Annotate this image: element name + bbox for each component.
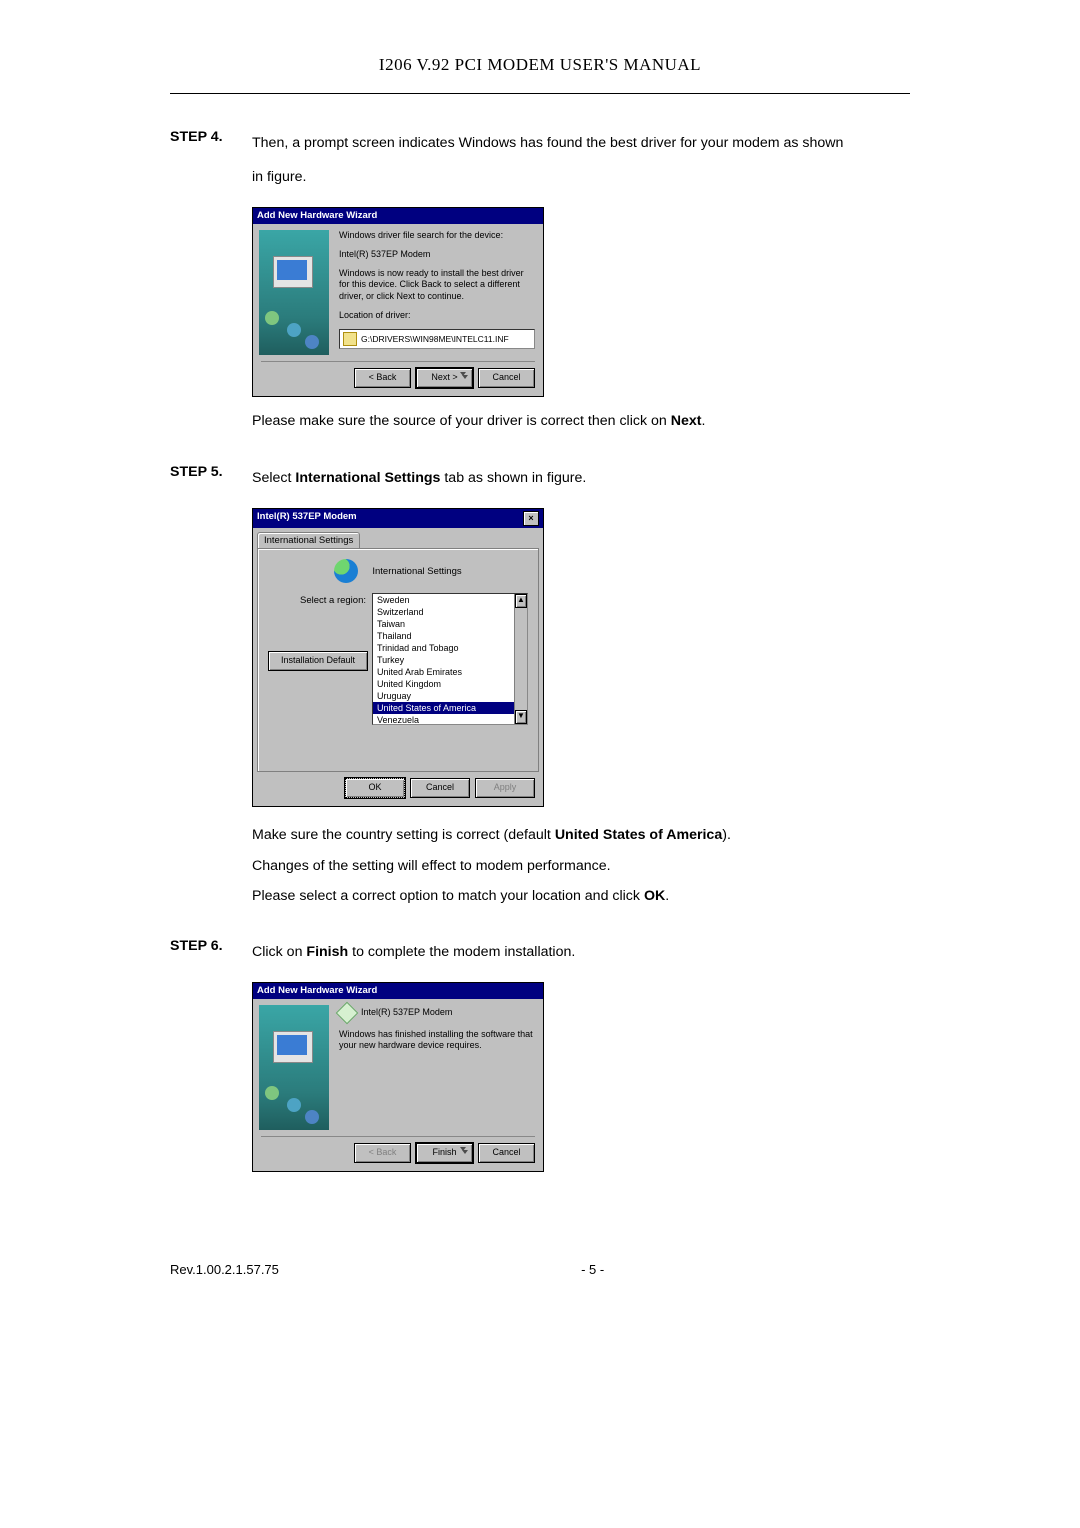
s5-p3a: Please select a correct option to match … xyxy=(252,888,644,904)
wizard-button-row: < Back Next > Cancel xyxy=(253,362,543,396)
footer-page: - 5 - xyxy=(581,1262,604,1277)
wizard2-device: Intel(R) 537EP Modem xyxy=(361,1007,452,1018)
s5-a: Select xyxy=(252,470,295,486)
cursor-icon xyxy=(462,375,468,379)
wizard-line1: Windows driver file search for the devic… xyxy=(339,230,535,241)
scroll-down-icon[interactable]: ▼ xyxy=(515,710,527,724)
step-4-text-b: in figure. xyxy=(252,169,306,185)
s4-cap-c: . xyxy=(701,413,705,429)
s5-c: tab as shown in figure. xyxy=(440,470,586,486)
page: I206 V.92 PCI MODEM USER'S MANUAL STEP 4… xyxy=(115,0,965,1307)
wizard2-text: Intel(R) 537EP Modem Windows has finishe… xyxy=(339,1005,535,1130)
close-icon[interactable]: × xyxy=(523,511,539,526)
step-6: STEP 6. Click on Finish to complete the … xyxy=(170,938,910,972)
next-button[interactable]: Next > xyxy=(416,368,473,388)
step-5-notes: Make sure the country setting is correct… xyxy=(252,821,910,910)
region-option[interactable]: Taiwan xyxy=(373,618,527,630)
dialog-title-text: Intel(R) 537EP Modem xyxy=(257,511,357,526)
s4-cap-a: Please make sure the source of your driv… xyxy=(252,413,671,429)
page-header: I206 V.92 PCI MODEM USER'S MANUAL xyxy=(170,55,910,93)
wizard-device: Intel(R) 537EP Modem xyxy=(339,249,535,260)
scrollbar[interactable]: ▲ ▼ xyxy=(514,594,527,724)
step-6-body: Click on Finish to complete the modem in… xyxy=(252,938,910,972)
region-option[interactable]: Turkey xyxy=(373,654,527,666)
wizard-driver-found: Add New Hardware Wizard Windows driver f… xyxy=(252,207,544,397)
s5-p3b: OK xyxy=(644,888,665,904)
finish-button-label: Finish xyxy=(432,1147,456,1157)
step-4-label: STEP 4. xyxy=(170,129,252,145)
step-4-caption: Please make sure the source of your driv… xyxy=(252,407,910,437)
folder-icon xyxy=(343,332,357,346)
scroll-up-icon[interactable]: ▲ xyxy=(515,594,527,608)
s5-p2: Changes of the setting will effect to mo… xyxy=(252,852,910,880)
step-5-body: Select International Settings tab as sho… xyxy=(252,464,910,498)
installation-default-button[interactable]: Installation Default xyxy=(268,651,368,671)
region-option[interactable]: United Kingdom xyxy=(373,678,527,690)
step-5-label: STEP 5. xyxy=(170,464,252,480)
step-6-label: STEP 6. xyxy=(170,938,252,954)
device-icon xyxy=(336,1002,359,1025)
cancel-button[interactable]: Cancel xyxy=(478,368,535,388)
wizard2-sidebar-art xyxy=(259,1005,329,1130)
wizard2-button-row: < Back Finish Cancel xyxy=(253,1137,543,1171)
apply-button[interactable]: Apply xyxy=(475,778,535,798)
step-4-text-a: Then, a prompt screen indicates Windows … xyxy=(252,135,843,151)
region-option[interactable]: Trinidad and Tobago xyxy=(373,642,527,654)
tab-international-settings[interactable]: International Settings xyxy=(257,532,360,548)
footer-rev: Rev.1.00.2.1.57.75 xyxy=(170,1262,279,1277)
globe-icon xyxy=(334,559,358,583)
ok-button[interactable]: OK xyxy=(345,778,405,798)
s6-b: Finish xyxy=(306,944,348,960)
panel-heading: International Settings xyxy=(372,566,461,577)
s5-p1b: United States of America xyxy=(555,827,722,843)
wizard-title: Add New Hardware Wizard xyxy=(253,208,543,224)
region-option[interactable]: United Arab Emirates xyxy=(373,666,527,678)
step-5: STEP 5. Select International Settings ta… xyxy=(170,464,910,498)
wizard-text: Windows driver file search for the devic… xyxy=(339,230,535,355)
wizard-sidebar-art xyxy=(259,230,329,355)
region-option[interactable]: Sweden xyxy=(373,594,527,606)
s5-p3c: . xyxy=(665,888,669,904)
cursor-icon-2 xyxy=(462,1150,468,1154)
tab-panel: International Settings Select a region: … xyxy=(257,548,539,772)
s5-p1c: ). xyxy=(722,827,731,843)
back-button[interactable]: < Back xyxy=(354,368,411,388)
s6-c: to complete the modem installation. xyxy=(348,944,575,960)
cancel-button-2[interactable]: Cancel xyxy=(410,778,470,798)
cancel-button-3[interactable]: Cancel xyxy=(478,1143,535,1163)
next-button-label: Next > xyxy=(431,372,457,382)
wizard-finish: Add New Hardware Wizard Intel(R) 537EP M… xyxy=(252,982,544,1172)
wizard-line3: Location of driver: xyxy=(339,310,535,321)
step-4-body: Then, a prompt screen indicates Windows … xyxy=(252,129,910,197)
region-option[interactable]: Uruguay xyxy=(373,690,527,702)
region-option[interactable]: United States of America xyxy=(373,702,527,714)
wizard2-msg: Windows has finished installing the soft… xyxy=(339,1029,535,1052)
s6-a: Click on xyxy=(252,944,306,960)
driver-location-field: G:\DRIVERS\WIN98ME\INTELC11.INF xyxy=(339,329,535,349)
header-rule xyxy=(170,93,910,94)
dialog-title-bar: Intel(R) 537EP Modem × xyxy=(253,509,543,528)
finish-button[interactable]: Finish xyxy=(416,1143,473,1163)
s4-cap-b: Next xyxy=(671,413,702,429)
region-option[interactable]: Switzerland xyxy=(373,606,527,618)
footer: Rev.1.00.2.1.57.75 - 5 - . xyxy=(170,1262,910,1277)
region-listbox[interactable]: SwedenSwitzerlandTaiwanThailandTrinidad … xyxy=(372,593,528,725)
wizard2-title: Add New Hardware Wizard xyxy=(253,983,543,999)
dialog-button-row: OK Cancel Apply xyxy=(253,776,543,806)
wizard-line2: Windows is now ready to install the best… xyxy=(339,268,535,302)
s5-b: International Settings xyxy=(295,470,440,486)
driver-path: G:\DRIVERS\WIN98ME\INTELC11.INF xyxy=(361,334,509,345)
region-option[interactable]: Thailand xyxy=(373,630,527,642)
step-4: STEP 4. Then, a prompt screen indicates … xyxy=(170,129,910,197)
s5-p1a: Make sure the country setting is correct… xyxy=(252,827,555,843)
select-region-label: Select a region: xyxy=(268,593,372,606)
region-option[interactable]: Venezuela xyxy=(373,714,527,725)
back-button-2: < Back xyxy=(354,1143,411,1163)
listbox-options: SwedenSwitzerlandTaiwanThailandTrinidad … xyxy=(373,594,527,725)
intel-modem-dialog: Intel(R) 537EP Modem × International Set… xyxy=(252,508,544,807)
